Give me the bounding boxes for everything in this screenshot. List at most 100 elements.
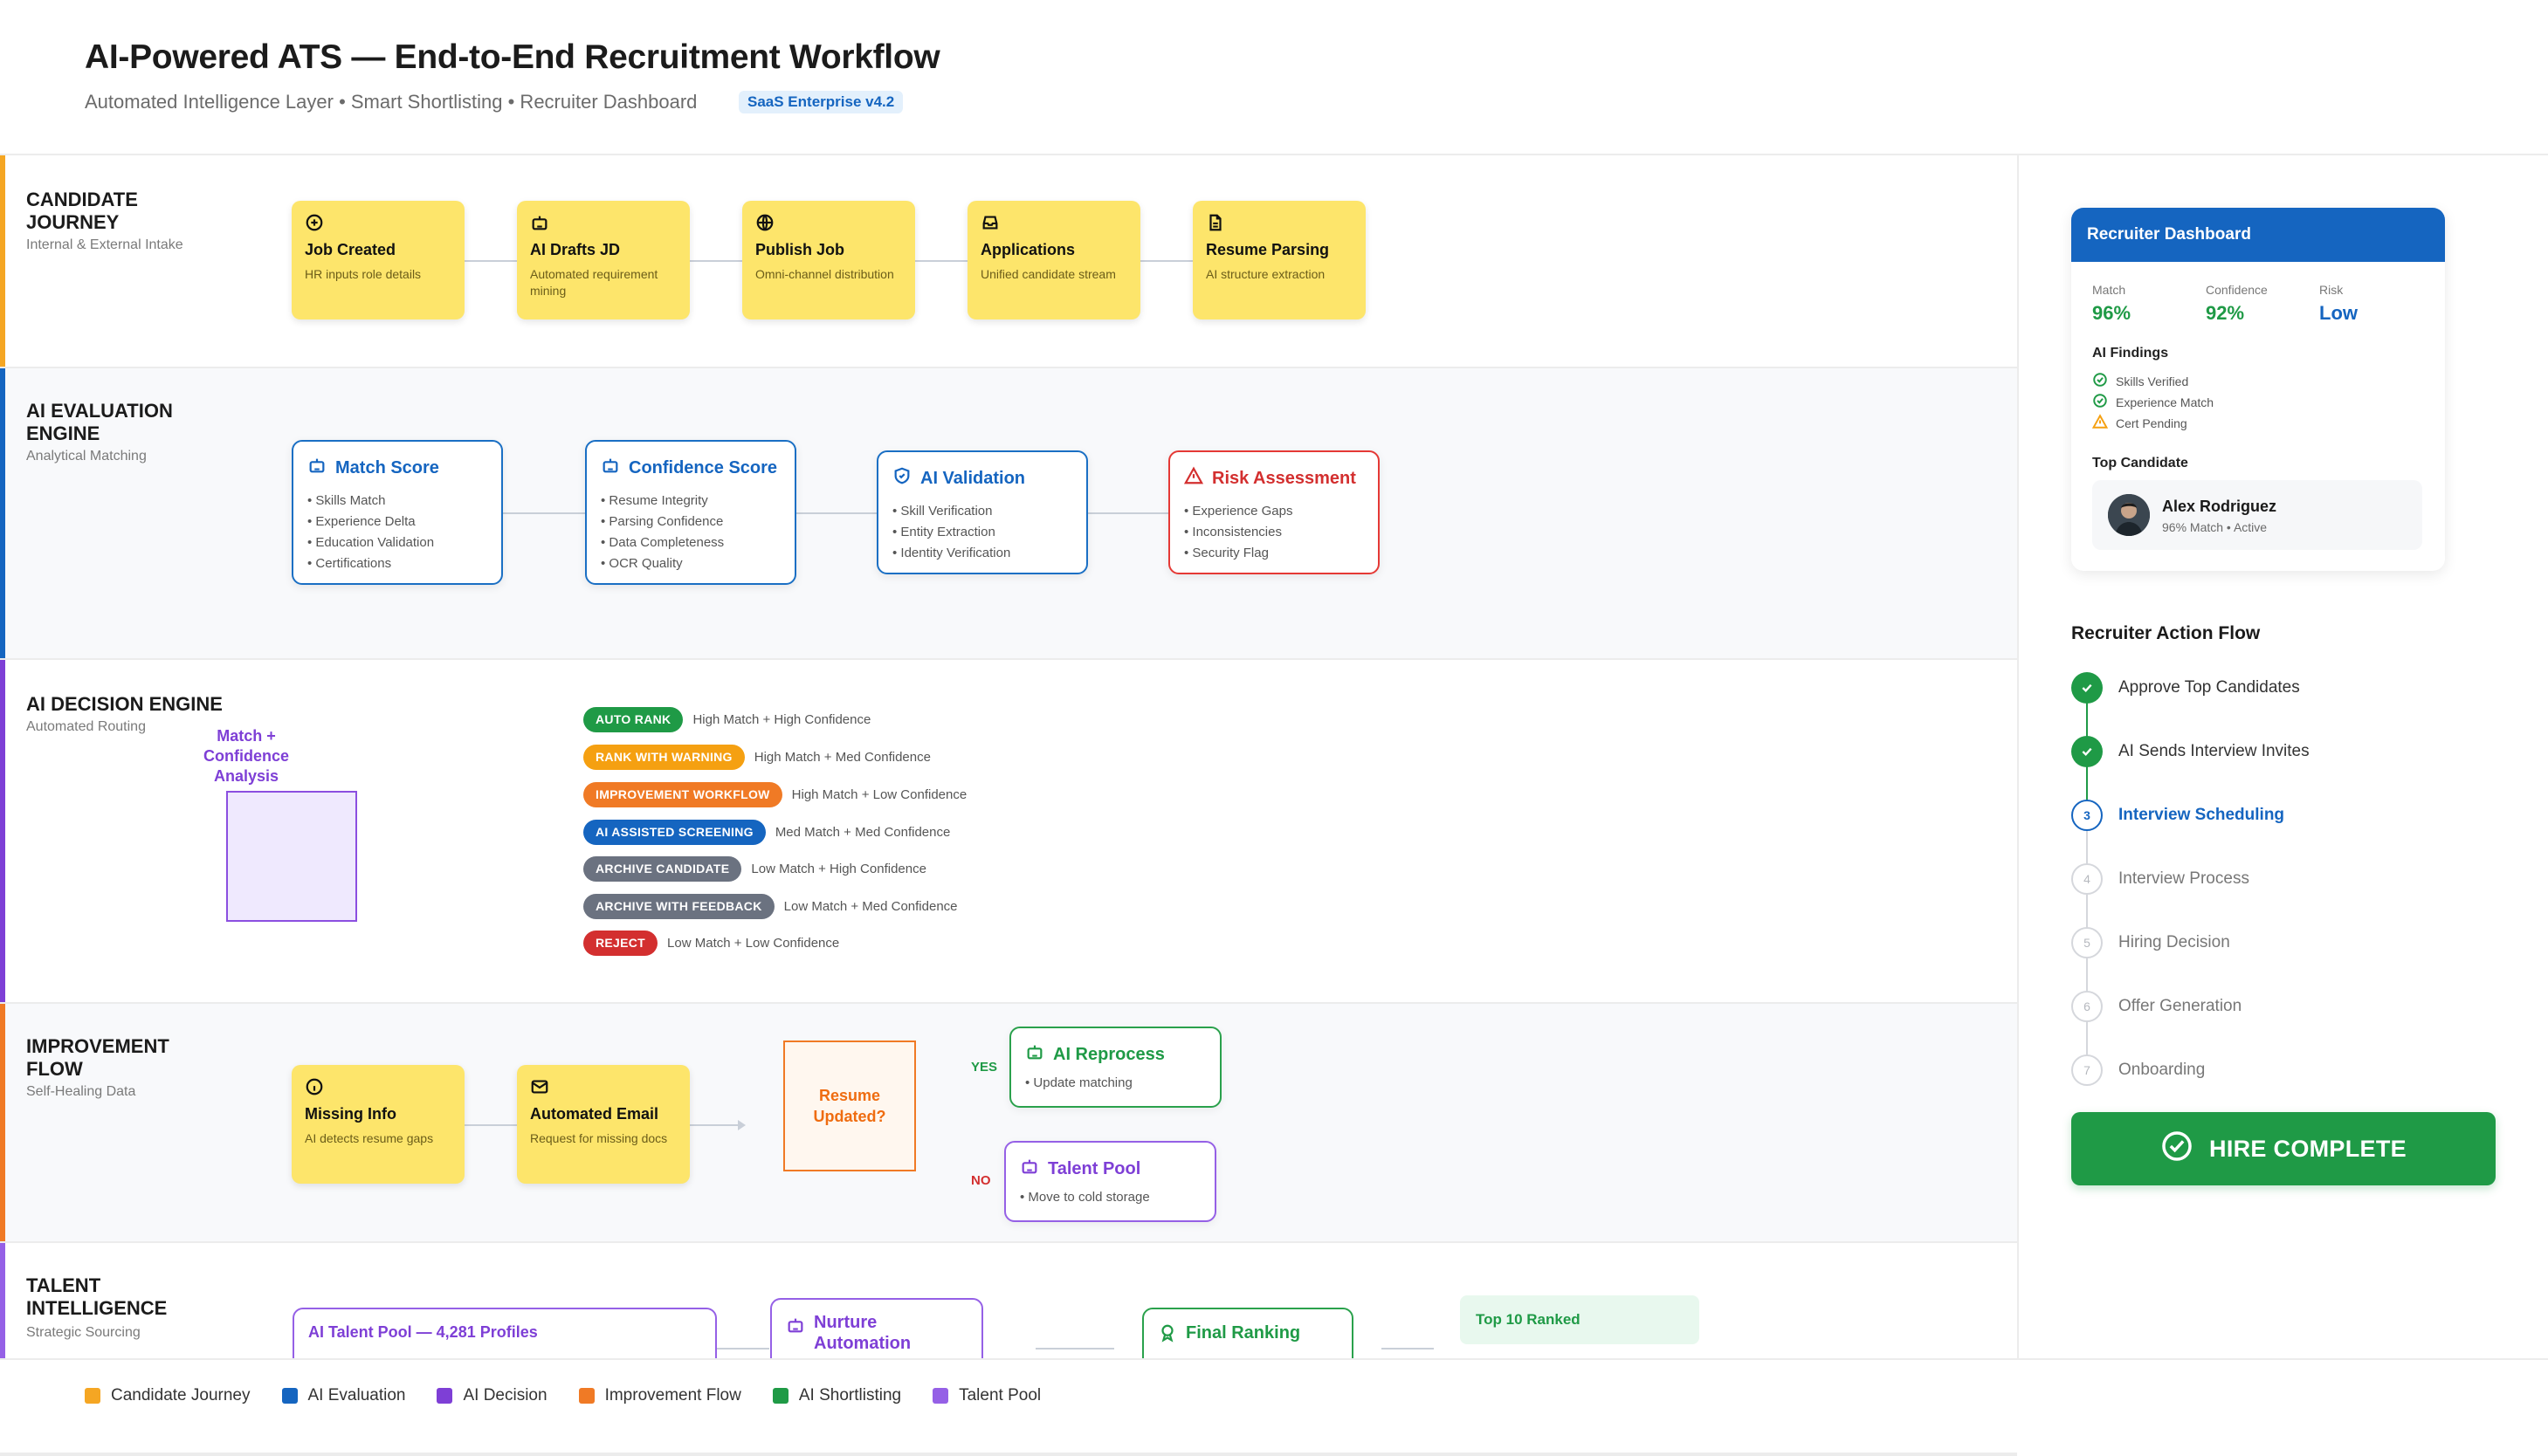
rule-text: High Match + Med Confidence bbox=[754, 750, 931, 765]
shield-icon bbox=[892, 466, 912, 491]
rule-reject[interactable]: REJECT Low Match + Low Confidence bbox=[583, 931, 839, 956]
lane-title: AI DECISION ENGINE bbox=[26, 693, 223, 715]
rule-archive-with-feedback[interactable]: ARCHIVE WITH FEEDBACK Low Match + Med Co… bbox=[583, 894, 958, 919]
metric-label: Confidence bbox=[2206, 283, 2268, 297]
list-item: Skill Verification bbox=[892, 501, 1072, 522]
legend: Candidate Journey AI Evaluation AI Decis… bbox=[0, 1358, 2548, 1456]
lane-title-line: CANDIDATE bbox=[26, 189, 138, 210]
rule-ai-assisted-screening[interactable]: AI ASSISTED SCREENING Med Match + Med Co… bbox=[583, 820, 950, 845]
step-hiring-decision[interactable]: 5 Hiring Decision bbox=[2071, 927, 2230, 958]
card-resume-parsing[interactable]: Resume Parsing AI structure extraction bbox=[1193, 201, 1366, 319]
legend-label: Candidate Journey bbox=[111, 1386, 251, 1404]
rule-archive-candidate[interactable]: ARCHIVE CANDIDATE Low Match + High Confi… bbox=[583, 856, 926, 882]
legend-label: AI Evaluation bbox=[307, 1386, 406, 1404]
list-item: Experience Gaps bbox=[1184, 501, 1364, 522]
plus-circle-icon bbox=[305, 213, 324, 232]
resume-updated-decision[interactable]: Resume Updated? bbox=[783, 1040, 916, 1171]
step-onboarding[interactable]: 7 Onboarding bbox=[2071, 1054, 2205, 1086]
lane-subtitle: Self-Healing Data bbox=[26, 1084, 136, 1099]
list-item: Security Flag bbox=[1184, 543, 1364, 564]
step-approve-top-candidates[interactable]: Approve Top Candidates bbox=[2071, 672, 2300, 704]
legend-item-talent-pool: Talent Pool bbox=[933, 1386, 1041, 1405]
legend-label: Talent Pool bbox=[959, 1386, 1042, 1404]
card-title: Final Ranking bbox=[1186, 1323, 1301, 1343]
step-label: Interview Scheduling bbox=[2118, 806, 2285, 824]
step-number: 5 bbox=[2071, 927, 2103, 958]
list-item: OCR Quality bbox=[601, 553, 781, 574]
lane-title-line: TALENT bbox=[26, 1274, 101, 1296]
card-ai-reprocess[interactable]: AI Reprocess • Update matching bbox=[1009, 1027, 1222, 1108]
step-offer-generation[interactable]: 6 Offer Generation bbox=[2071, 991, 2242, 1022]
card-match-score[interactable]: Match Score Skills Match Experience Delt… bbox=[292, 440, 503, 585]
step-ai-sends-invites[interactable]: AI Sends Interview Invites bbox=[2071, 736, 2310, 767]
rule-pill: ARCHIVE WITH FEEDBACK bbox=[583, 894, 775, 919]
lane-subtitle: Strategic Sourcing bbox=[26, 1325, 141, 1340]
robot-icon bbox=[1020, 1157, 1039, 1181]
top-candidate-card[interactable]: Alex Rodriguez 96% Match • Active bbox=[2092, 480, 2422, 550]
rule-pill: IMPROVEMENT WORKFLOW bbox=[583, 782, 782, 807]
step-interview-scheduling[interactable]: 3 Interview Scheduling bbox=[2071, 800, 2284, 831]
dashboard-metrics: Match 96% Confidence 92% Risk Low bbox=[2092, 283, 2433, 325]
rule-text: Low Match + Low Confidence bbox=[667, 936, 840, 951]
step-label: Offer Generation bbox=[2118, 997, 2242, 1015]
step-number: 3 bbox=[2071, 800, 2103, 831]
hire-complete-button[interactable]: HIRE COMPLETE bbox=[2071, 1112, 2496, 1185]
legend-swatch bbox=[85, 1388, 100, 1404]
metric-value: 92% bbox=[2206, 302, 2245, 324]
branch-no-label: NO bbox=[971, 1173, 991, 1188]
card-desc: Unified candidate stream bbox=[981, 267, 1116, 281]
analysis-label-line: Analysis bbox=[213, 767, 279, 785]
page-title: AI-Powered ATS — End-to-End Recruitment … bbox=[85, 38, 940, 76]
check-circle-icon bbox=[2092, 393, 2108, 411]
card-automated-email[interactable]: Automated Email Request for missing docs bbox=[517, 1065, 690, 1184]
lane-color-bar bbox=[0, 1243, 5, 1358]
step-label: Interview Process bbox=[2118, 869, 2249, 888]
card-title: AI Validation bbox=[920, 468, 1026, 488]
rule-pill: RANK WITH WARNING bbox=[583, 745, 745, 770]
robot-icon bbox=[601, 456, 620, 480]
card-title: AI Drafts JD bbox=[530, 241, 621, 258]
step-label: AI Sends Interview Invites bbox=[2118, 742, 2310, 760]
rule-improvement-workflow[interactable]: IMPROVEMENT WORKFLOW High Match + Low Co… bbox=[583, 782, 967, 807]
card-risk-assessment[interactable]: Risk Assessment Experience Gaps Inconsis… bbox=[1168, 450, 1380, 574]
check-icon bbox=[2071, 672, 2103, 704]
lane-title: IMPROVEMENT FLOW bbox=[26, 1035, 169, 1081]
legend-item-ai-shortlisting: AI Shortlisting bbox=[772, 1386, 901, 1405]
card-title: Risk Assessment bbox=[1212, 468, 1356, 488]
lane-subtitle: Analytical Matching bbox=[26, 449, 147, 464]
step-interview-process[interactable]: 4 Interview Process bbox=[2071, 863, 2249, 895]
recruiter-dashboard-card: Recruiter Dashboard Match 96% Confidence… bbox=[2071, 208, 2445, 571]
decision-node[interactable] bbox=[226, 791, 357, 922]
lane-color-bar bbox=[0, 155, 5, 367]
warning-icon bbox=[2091, 414, 2109, 432]
globe-icon bbox=[755, 213, 775, 232]
card-job-created[interactable]: Job Created HR inputs role details bbox=[292, 201, 465, 319]
check-circle-icon bbox=[2092, 372, 2108, 390]
card-ai-validation[interactable]: AI Validation Skill Verification Entity … bbox=[877, 450, 1088, 574]
card-title: Confidence Score bbox=[629, 457, 778, 477]
page-subtitle: Automated Intelligence Layer • Smart Sho… bbox=[85, 91, 698, 113]
award-icon bbox=[1158, 1323, 1177, 1348]
warning-icon bbox=[1183, 466, 1204, 491]
rule-text: Low Match + High Confidence bbox=[751, 862, 926, 876]
lane-title: CANDIDATE JOURNEY bbox=[26, 189, 138, 234]
card-talent-pool[interactable]: Talent Pool • Move to cold storage bbox=[1004, 1141, 1216, 1222]
rule-auto-rank[interactable]: AUTO RANK High Match + High Confidence bbox=[583, 707, 871, 732]
step-label: Onboarding bbox=[2118, 1061, 2206, 1079]
card-applications[interactable]: Applications Unified candidate stream bbox=[968, 201, 1140, 319]
lane-candidate-journey: CANDIDATE JOURNEY Internal & External In… bbox=[0, 155, 2017, 368]
card-title: Talent Pool bbox=[1048, 1158, 1141, 1178]
lane-color-bar bbox=[0, 660, 5, 1002]
inbox-icon bbox=[981, 213, 1000, 232]
list-item: Identity Verification bbox=[892, 543, 1072, 564]
card-publish-job[interactable]: Publish Job Omni-channel distribution bbox=[742, 201, 915, 319]
card-missing-info[interactable]: Missing Info AI detects resume gaps bbox=[292, 1065, 465, 1184]
step-label: Hiring Decision bbox=[2118, 933, 2230, 951]
rule-text: High Match + Low Confidence bbox=[791, 787, 968, 802]
metric-value: 96% bbox=[2092, 302, 2131, 324]
card-confidence-score[interactable]: Confidence Score Resume Integrity Parsin… bbox=[585, 440, 796, 585]
rule-rank-with-warning[interactable]: RANK WITH WARNING High Match + Med Confi… bbox=[583, 745, 931, 770]
rule-text: Low Match + Med Confidence bbox=[783, 899, 958, 914]
card-ai-drafts-jd[interactable]: AI Drafts JD Automated requirement minin… bbox=[517, 201, 690, 319]
list-item: Inconsistencies bbox=[1184, 522, 1364, 543]
